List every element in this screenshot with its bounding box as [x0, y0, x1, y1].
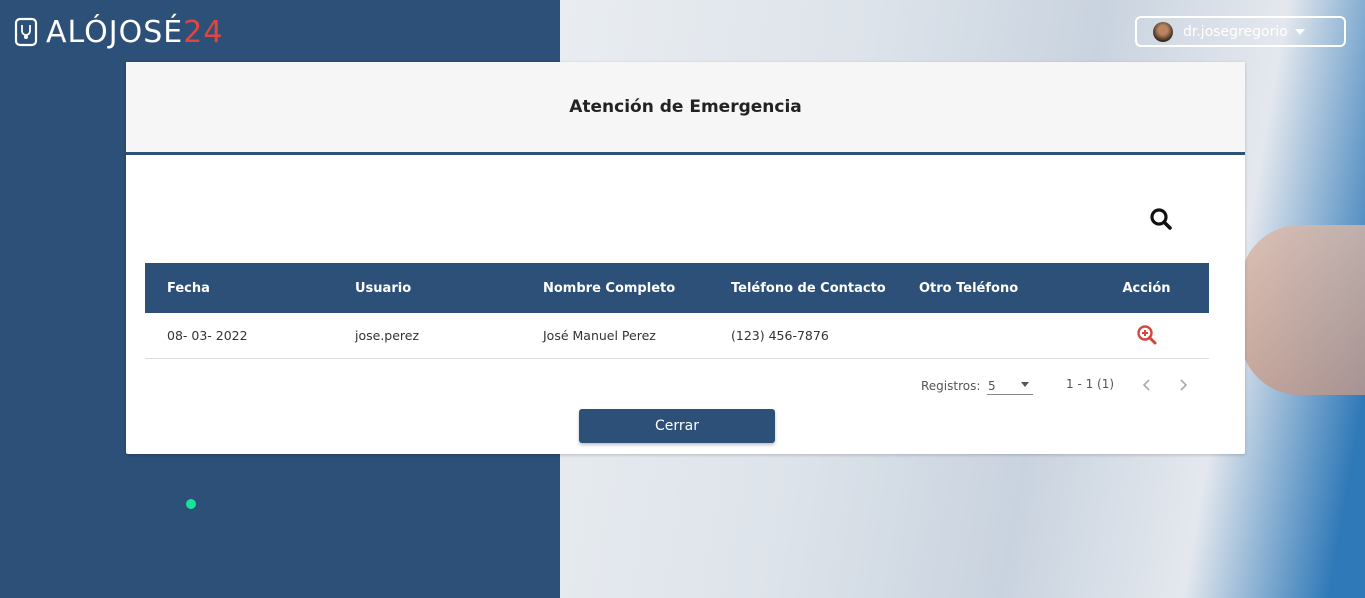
close-button[interactable]: Cerrar [579, 409, 775, 443]
background-hand [1240, 225, 1365, 395]
cell-usuario: jose.perez [355, 327, 420, 343]
page-size-value: 5 [988, 379, 996, 393]
page-range: 1 - 1 (1) [1066, 377, 1115, 391]
page-size-select[interactable]: 5 [987, 376, 1033, 395]
col-header-telefono: Teléfono de Contacto [731, 280, 886, 296]
status-dot [186, 499, 196, 509]
zoom-in-icon[interactable] [1136, 324, 1158, 346]
cell-nombre: José Manuel Perez [543, 327, 656, 343]
col-header-nombre: Nombre Completo [543, 280, 676, 296]
chevron-right-icon[interactable] [1174, 376, 1192, 394]
app-logo[interactable]: ALÓJOSÉ 24 [14, 12, 223, 52]
page-size-label: Registros: [921, 379, 981, 393]
cell-telefono: (123) 456-7876 [731, 327, 829, 343]
caret-down-icon [1294, 28, 1305, 35]
emergency-card: Atención de Emergencia Fecha Usuario Nom… [126, 62, 1245, 454]
chevron-left-icon[interactable] [1138, 376, 1156, 394]
table-header-row: Fecha Usuario Nombre Completo Teléfono d… [145, 263, 1209, 313]
cell-fecha: 08- 03- 2022 [167, 327, 248, 343]
table-row: 08- 03- 2022 jose.perez José Manuel Pere… [145, 313, 1209, 358]
paginator: Registros: 5 1 - 1 (1) [921, 374, 1211, 396]
emergency-table: Fecha Usuario Nombre Completo Teléfono d… [145, 263, 1209, 359]
dropdown-arrow-icon [1021, 382, 1029, 387]
search-icon[interactable] [1148, 206, 1174, 232]
col-header-fecha: Fecha [167, 280, 210, 296]
col-header-usuario: Usuario [355, 280, 412, 296]
logo-text: ALÓJOSÉ [46, 14, 184, 50]
avatar [1153, 21, 1173, 42]
cell-accion [1085, 313, 1209, 358]
col-header-accion: Acción [1122, 280, 1171, 296]
user-name: dr.josegregorio [1183, 23, 1288, 40]
logo-number: 24 [183, 14, 224, 50]
stethoscope-phone-icon [14, 17, 38, 47]
cell-otro-telefono [897, 313, 1085, 358]
card-title: Atención de Emergencia [569, 97, 802, 117]
card-header: Atención de Emergencia [126, 62, 1245, 155]
col-header-otro-telefono: Otro Teléfono [919, 280, 1019, 296]
user-menu-button[interactable]: dr.josegregorio [1135, 16, 1346, 47]
